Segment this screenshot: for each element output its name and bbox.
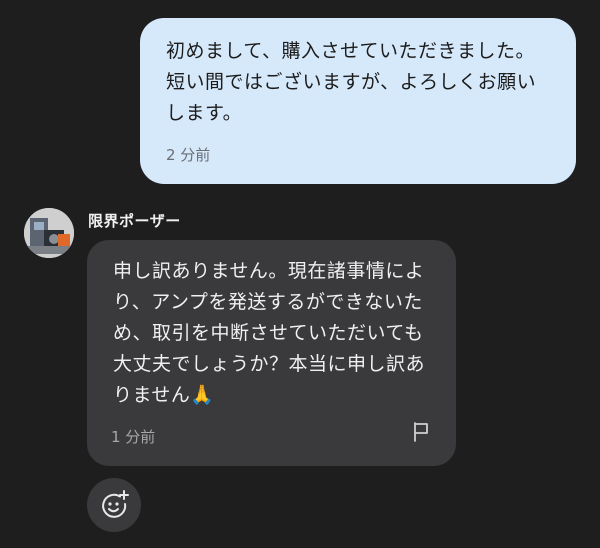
outgoing-message-bubble: 初めまして、購入させていただきました。短い間ではございますが、よろしくお願いしま… [140, 18, 576, 184]
add-reaction-button[interactable] [87, 478, 141, 532]
sender-avatar[interactable] [24, 208, 74, 258]
outgoing-message-text: 初めまして、購入させていただきました。短い間ではございますが、よろしくお願いしま… [166, 36, 550, 129]
avatar-image [24, 208, 74, 258]
incoming-message-text: 申し訳ありません。現在諸事情により、アンプを発送するができないため、取引を中断さ… [113, 256, 432, 411]
incoming-message-time: 1 分前 [111, 428, 156, 446]
flag-icon[interactable] [409, 420, 433, 444]
add-reaction-icon [102, 490, 129, 518]
sender-name: 限界ポーザー [88, 212, 181, 230]
outgoing-message-body: 初めまして、購入させていただきました。短い間ではございますが、よろしくお願いしま… [166, 40, 537, 124]
incoming-message-bubble: 申し訳ありません。現在諸事情により、アンプを発送するができないため、取引を中断さ… [87, 240, 456, 466]
outgoing-message-time: 2 分前 [166, 146, 211, 164]
incoming-message-body: 申し訳ありません。現在諸事情により、アンプを発送するができないため、取引を中断さ… [113, 260, 426, 406]
